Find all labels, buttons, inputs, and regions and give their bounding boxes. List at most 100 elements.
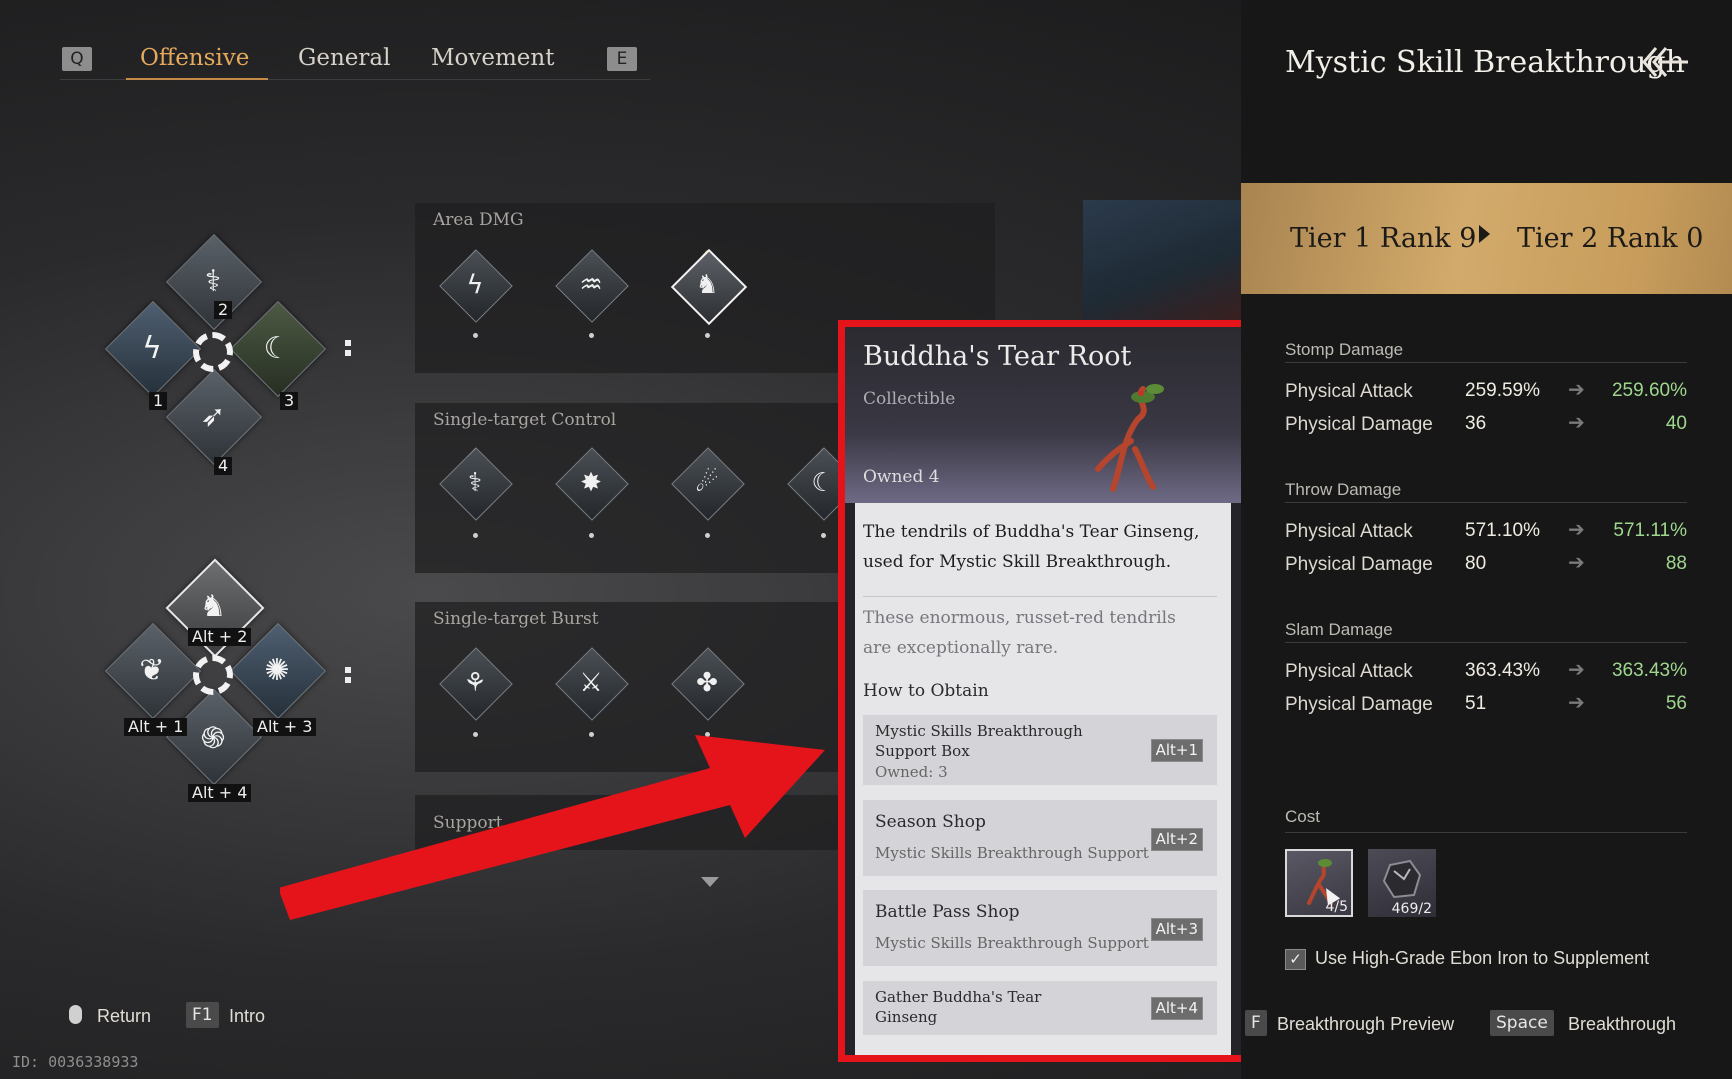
stat-divider xyxy=(1285,642,1687,643)
source-hotkey[interactable]: Alt+2 xyxy=(1150,828,1203,851)
stat-current: 36 xyxy=(1465,413,1487,434)
obtain-source-battle-pass-shop[interactable]: Battle Pass Shop Mystic Skills Breakthro… xyxy=(863,890,1217,966)
lightning-strike-icon: ϟ xyxy=(142,330,162,366)
item-tooltip: Buddha's Tear Root Collectible Owned 4 T… xyxy=(838,320,1248,1062)
crescent-slash-icon: ☾ xyxy=(263,330,291,366)
swirl-dance-icon: ֍ xyxy=(200,720,226,756)
how-to-obtain-title: How to Obtain xyxy=(863,681,989,701)
category-title: Single-target Control xyxy=(433,410,617,430)
stat-current: 80 xyxy=(1465,553,1487,574)
source-hotkey[interactable]: Alt+4 xyxy=(1150,997,1203,1020)
stat-label: Physical Damage xyxy=(1285,554,1433,575)
session-id: ID: 0036338933 xyxy=(12,1053,139,1071)
wheel-more-dots xyxy=(345,340,351,356)
breakthrough-label[interactable]: Breakthrough xyxy=(1568,1014,1676,1035)
feather-wing-icon: ❦ xyxy=(139,652,165,688)
item-name: Buddha's Tear Root xyxy=(863,341,1132,372)
tier-arrow-icon xyxy=(1479,225,1490,243)
cost-title: Cost xyxy=(1285,807,1320,826)
obtain-source-gather[interactable]: Gather Buddha's Tear Ginseng Alt+4 xyxy=(863,981,1217,1035)
skill-dot xyxy=(705,533,710,538)
stat-current: 51 xyxy=(1465,693,1487,714)
spirit-burst-icon: ✺ xyxy=(264,652,290,688)
source-title: Mystic Skills Breakthrough Support Box xyxy=(875,722,1083,760)
stat-divider xyxy=(1285,362,1687,363)
tab-next-key[interactable]: E xyxy=(607,47,637,71)
ebon-iron-icon xyxy=(1382,859,1422,899)
obtain-source-support-box[interactable]: Mystic Skills Breakthrough Support Box O… xyxy=(863,715,1217,785)
breakthrough-hotkey[interactable]: Space xyxy=(1490,1010,1554,1036)
cost-count: 469/2 xyxy=(1391,901,1432,917)
tab-offensive[interactable]: Offensive xyxy=(140,45,249,71)
stat-label: Physical Attack xyxy=(1285,381,1413,402)
skill-dot xyxy=(705,333,710,338)
item-type: Collectible xyxy=(863,389,956,409)
blade-dance-icon: ✤ xyxy=(696,668,718,698)
stat-group-title: Throw Damage xyxy=(1285,480,1402,499)
tab-movement[interactable]: Movement xyxy=(431,45,554,71)
cost-item-ebon-iron[interactable]: 469/2 xyxy=(1368,849,1436,917)
intro-hotkey[interactable]: F1 xyxy=(186,1002,219,1028)
tooltip-header: Buddha's Tear Root Collectible Owned 4 xyxy=(845,327,1241,503)
stat-label: Physical Attack xyxy=(1285,521,1413,542)
wheel-key-3: 3 xyxy=(280,392,299,410)
item-description: The tendrils of Buddha's Tear Ginseng, u… xyxy=(863,522,1200,572)
source-owned: Owned: 3 xyxy=(875,763,948,781)
ginseng-root-icon xyxy=(1095,384,1164,492)
tooltip-body: The tendrils of Buddha's Tear Ginseng, u… xyxy=(855,503,1231,1055)
stat-current: 363.43% xyxy=(1465,660,1541,681)
wheel-alt-key-1: Alt + 1 xyxy=(124,718,188,736)
wheel-alt-center-ring xyxy=(193,655,233,695)
wheel-alt-more-dots xyxy=(345,667,351,683)
preview-label[interactable]: Breakthrough Preview xyxy=(1277,1014,1454,1035)
skill-wheel-primary: ⚕ ϟ ☾ ➶ 2 1 3 4 xyxy=(100,230,360,480)
supplement-label: Use High-Grade Ebon Iron to Supplement xyxy=(1315,948,1650,968)
back-arrow-icon[interactable] xyxy=(1638,44,1690,80)
source-hotkey[interactable]: Alt+1 xyxy=(1150,739,1203,762)
whirl-stance-icon: ⚕ xyxy=(467,468,483,498)
item-lore: These enormous, russet-red tendrils are … xyxy=(863,608,1176,658)
supplement-checkbox[interactable]: ✓ xyxy=(1285,949,1306,970)
cost-item-ginseng-root[interactable]: 4/5 xyxy=(1285,849,1353,917)
preview-hotkey[interactable]: F xyxy=(1245,1010,1267,1036)
source-subtitle: Mystic Skills Breakthrough Support xyxy=(875,934,1149,952)
panel-title: Mystic Skill Breakthrough xyxy=(1285,45,1685,80)
tab-prev-key[interactable]: Q xyxy=(62,47,92,71)
wheel-center-ring xyxy=(193,332,233,372)
arrow-volley-icon: ➶ xyxy=(200,398,226,434)
stat-next: 40 xyxy=(1665,413,1687,434)
category-title: Area DMG xyxy=(433,210,524,230)
tab-bar: Q Offensive General Movement E xyxy=(60,40,650,85)
stat-divider xyxy=(1285,502,1687,503)
obtain-source-season-shop[interactable]: Season Shop Mystic Skills Breakthrough S… xyxy=(863,800,1217,876)
intro-label[interactable]: Intro xyxy=(229,1006,265,1027)
stat-current: 571.10% xyxy=(1465,520,1541,541)
source-title: Gather Buddha's Tear Ginseng xyxy=(875,988,1042,1026)
return-label[interactable]: Return xyxy=(97,1006,151,1027)
tooltip-divider xyxy=(863,596,1217,597)
beast-claw-icon: ⚘ xyxy=(463,668,487,698)
tab-active-underline xyxy=(126,78,268,80)
tier-from: Tier 1 Rank 9 xyxy=(1290,223,1477,254)
stat-next: 571.11% xyxy=(1613,520,1687,541)
cost-divider xyxy=(1285,832,1687,833)
breakthrough-panel: Mystic Skill Breakthrough Tier 1 Rank 9 … xyxy=(1241,0,1732,1079)
horse-charge-icon: ♞ xyxy=(695,270,719,300)
source-title: Battle Pass Shop xyxy=(875,902,1020,922)
source-hotkey[interactable]: Alt+3 xyxy=(1150,918,1203,941)
skill-dot xyxy=(589,333,594,338)
whirl-stance-icon: ⚕ xyxy=(204,263,222,299)
skill-dot xyxy=(473,333,478,338)
stat-next: 259.60% xyxy=(1611,380,1687,401)
scene-preview xyxy=(1083,200,1243,320)
cost-count: 4/5 xyxy=(1325,899,1348,915)
stat-label: Physical Damage xyxy=(1285,414,1433,435)
wheel-alt-key-4: Alt + 4 xyxy=(188,784,252,802)
spin-slash-icon: ♒ xyxy=(579,270,603,300)
source-subtitle: Mystic Skills Breakthrough Support xyxy=(875,844,1149,862)
tab-general[interactable]: General xyxy=(298,45,390,71)
mouse-icon xyxy=(69,1005,82,1024)
lightning-strike-icon: ϟ xyxy=(466,270,484,300)
tier-banner: Tier 1 Rank 9 Tier 2 Rank 0 xyxy=(1241,183,1732,294)
item-owned: Owned 4 xyxy=(863,467,940,487)
